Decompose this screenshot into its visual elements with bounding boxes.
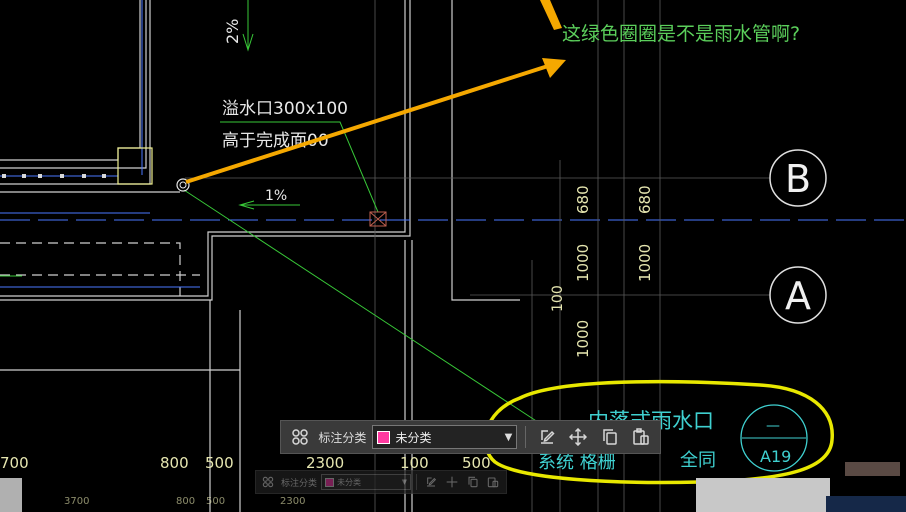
ghost-dim-2: 800: [176, 496, 195, 507]
bottom-edge-strip: [0, 478, 22, 512]
annotation-toolbar: 标注分类 未分类 ▼: [280, 420, 661, 454]
grid-menu-icon-ghost: [260, 473, 277, 491]
annotation-arrow-top: [540, 0, 562, 30]
bottom-edge-strip-right: [696, 478, 830, 512]
dim-v-2: 680: [636, 185, 654, 214]
axis-b-bubble: B: [769, 149, 827, 207]
dim-b-3: 500: [205, 454, 234, 472]
paste-icon[interactable]: [629, 424, 654, 450]
slope-mid-label: 1%: [265, 188, 287, 204]
corner-tab: [845, 462, 900, 476]
edit-icon-ghost: [422, 473, 439, 491]
toolbar-divider-ghost: [416, 474, 418, 490]
copy-icon[interactable]: [597, 424, 622, 450]
dim-v-5: 100: [550, 285, 566, 312]
overflow-label: 溢水口300x100: [222, 99, 348, 119]
legend-sub-left: 系统 格栅: [538, 452, 616, 473]
paste-icon-ghost: [485, 473, 502, 491]
category-color-swatch: [377, 430, 391, 444]
dim-v-3: 1000: [574, 244, 592, 282]
dim-v-6: 1000: [574, 320, 592, 358]
toolbar-divider: [525, 426, 527, 448]
grid-menu-icon[interactable]: [287, 424, 312, 450]
category-select-ghost: 未分类 ▼: [321, 474, 412, 490]
dim-v-1: 680: [574, 185, 592, 214]
move-icon-ghost: [443, 473, 460, 491]
copy-icon-ghost: [464, 473, 481, 491]
dim-b-1: 700: [0, 454, 29, 472]
ghost-dim-4: 2300: [280, 496, 305, 507]
corner-panel: [826, 496, 906, 512]
edit-icon[interactable]: [534, 424, 559, 450]
axis-b-label: B: [785, 157, 811, 201]
category-color-swatch-ghost: [325, 477, 334, 487]
category-value-ghost: 未分类: [337, 477, 361, 487]
question-text: 这绿色圈圈是不是雨水管啊?: [562, 23, 800, 45]
drain-fixture: [117, 147, 153, 185]
legend-symbol-top: —: [766, 418, 780, 434]
ghost-dim-1: 3700: [64, 496, 89, 507]
overflow-box: [369, 211, 387, 227]
category-value: 未分类: [395, 430, 432, 445]
category-label: 标注分类: [318, 430, 367, 445]
category-select[interactable]: 未分类 ▼: [372, 425, 518, 449]
category-label-ghost: 标注分类: [280, 478, 317, 489]
axis-a-bubble: A: [769, 266, 827, 324]
axis-a-label: A: [785, 274, 811, 318]
slope-top-label: 2%: [223, 19, 242, 44]
rainwater-outlet-inner: [179, 181, 187, 189]
dim-b-2: 800: [160, 454, 189, 472]
legend-sub-right: 全同: [680, 450, 716, 471]
slope-arrow-top: [242, 0, 254, 52]
annotation-toolbar-ghost: 标注分类 未分类 ▼: [255, 470, 507, 494]
annotation-arrow-main[interactable]: [185, 58, 566, 184]
ghost-dim-3: 500: [206, 496, 225, 507]
chevron-down-icon-ghost: ▼: [401, 478, 408, 486]
legend-symbol-code: A19: [760, 447, 791, 466]
move-icon[interactable]: [566, 424, 591, 450]
dim-v-4: 1000: [636, 244, 654, 282]
chevron-down-icon: ▼: [504, 431, 513, 443]
